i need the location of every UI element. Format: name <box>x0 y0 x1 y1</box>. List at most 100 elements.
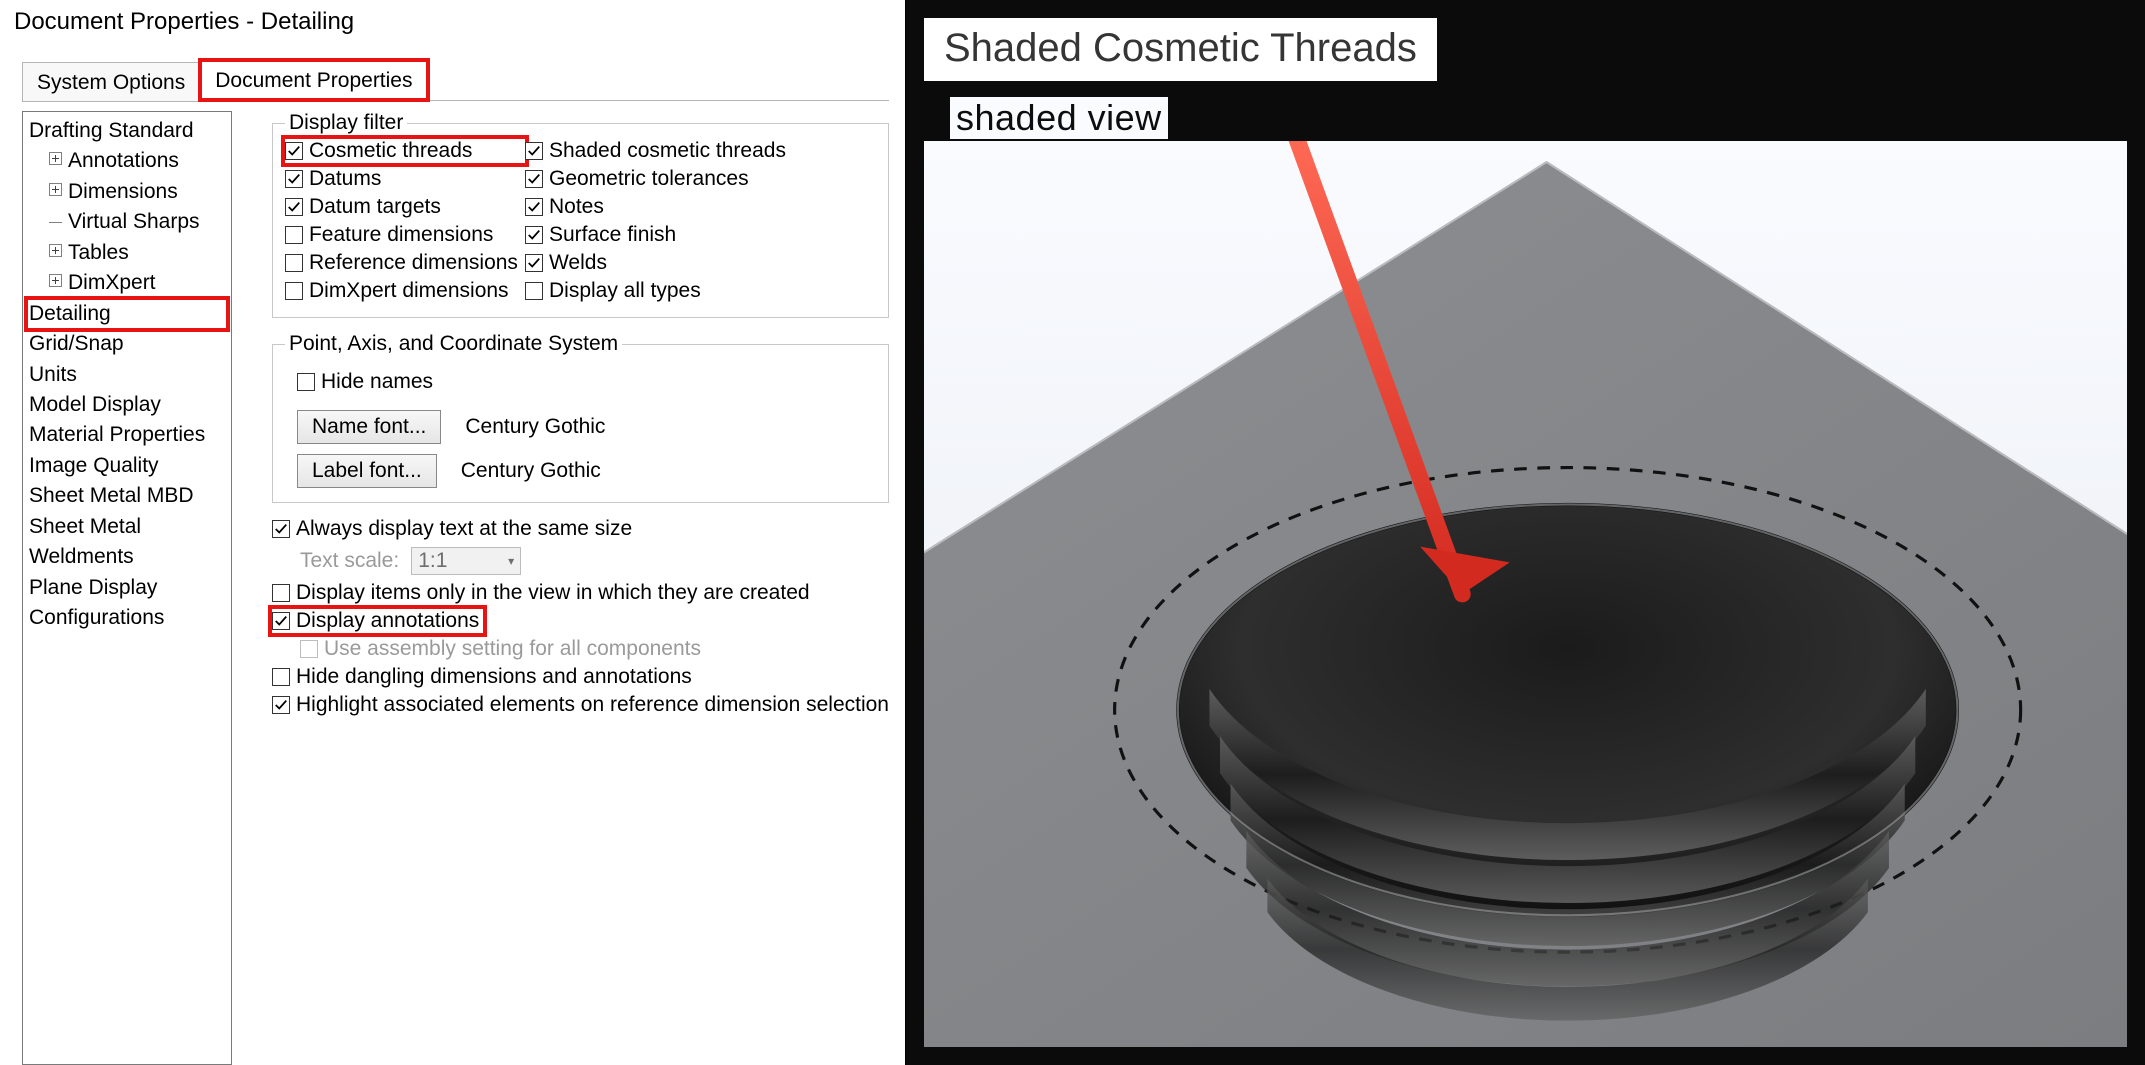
tree-item-material-properties[interactable]: Material Properties <box>27 420 227 450</box>
label-font-button[interactable]: Label font... <box>297 454 437 488</box>
tree-item-label: Drafting Standard <box>29 119 194 142</box>
expand-icon[interactable] <box>49 244 62 257</box>
filter-notes[interactable]: Notes <box>525 195 785 219</box>
checkbox-icon <box>272 612 290 630</box>
checkbox-icon <box>525 170 543 188</box>
name-font-button[interactable]: Name font... <box>297 410 441 444</box>
tree-item-dimensions[interactable]: Dimensions <box>27 177 227 207</box>
tree-item-tables[interactable]: Tables <box>27 238 227 268</box>
checkbox-icon <box>272 520 290 538</box>
filter-shaded-cosmetic-threads[interactable]: Shaded cosmetic threads <box>525 139 785 163</box>
expand-icon[interactable] <box>49 183 62 196</box>
text-scale-label: Text scale: <box>300 549 399 573</box>
tree-item-annotations[interactable]: Annotations <box>27 146 227 176</box>
tree-item-units[interactable]: Units <box>27 360 227 390</box>
chevron-down-icon: ▾ <box>508 554 514 568</box>
checkbox-icon <box>525 282 543 300</box>
checkbox-icon <box>285 142 303 160</box>
filter-cosmetic-threads[interactable]: Cosmetic threads <box>285 139 521 163</box>
tree-item-label: DimXpert <box>68 271 156 294</box>
checkbox-icon <box>300 640 318 658</box>
checkbox-icon <box>525 142 543 160</box>
checkbox-icon <box>272 668 290 686</box>
filter-reference-dimensions[interactable]: Reference dimensions <box>285 251 525 275</box>
filter-geometric-tolerances[interactable]: Geometric tolerances <box>525 167 785 191</box>
highlight-assoc-checkbox[interactable]: Highlight associated elements on referen… <box>272 693 889 717</box>
checkbox-icon <box>285 282 303 300</box>
tab-system-options[interactable]: System Options <box>22 62 200 102</box>
filter-label: Datum targets <box>309 195 441 219</box>
filter-label: Datums <box>309 167 381 191</box>
checkbox-icon <box>525 198 543 216</box>
filter-label: Reference dimensions <box>309 251 518 275</box>
checkbox-icon <box>285 226 303 244</box>
tree-item-label: Dimensions <box>68 180 178 203</box>
filter-label: DimXpert dimensions <box>309 279 509 303</box>
tree-item-image-quality[interactable]: Image Quality <box>27 451 227 481</box>
callout-subline: shaded view <box>950 97 1168 139</box>
hide-names-checkbox[interactable]: Hide names <box>297 370 876 394</box>
text-scale-row: Text scale: 1:1 ▾ <box>300 547 889 575</box>
tree-item-configurations[interactable]: Configurations <box>27 603 227 633</box>
filter-surface-finish[interactable]: Surface finish <box>525 223 785 247</box>
tab-body: Drafting Standard Annotations Dimensions Vi… <box>22 100 889 1065</box>
tree-item-model-display[interactable]: Model Display <box>27 390 227 420</box>
tree-item-label: Virtual Sharps <box>68 210 200 233</box>
hide-dangling-label: Hide dangling dimensions and annotations <box>296 665 692 689</box>
misc-options: Always display text at the same size Tex… <box>272 517 889 717</box>
filter-feature-dimensions[interactable]: Feature dimensions <box>285 223 525 247</box>
use-assembly-label: Use assembly setting for all components <box>324 637 701 661</box>
tab-document-properties[interactable]: Document Properties <box>200 60 427 100</box>
tree-item-drafting-standard[interactable]: Drafting Standard <box>27 116 227 146</box>
tree-item-label: Model Display <box>29 393 161 416</box>
tree-item-weldments[interactable]: Weldments <box>27 542 227 572</box>
tree-item-detailing[interactable]: Detailing <box>27 299 227 329</box>
filter-datums[interactable]: Datums <box>285 167 525 191</box>
expand-icon[interactable] <box>49 274 62 287</box>
text-scale-combo[interactable]: 1:1 ▾ <box>411 547 521 575</box>
filter-welds[interactable]: Welds <box>525 251 785 275</box>
filter-dimxpert-dimensions[interactable]: DimXpert dimensions <box>285 279 525 303</box>
filter-display-all-types[interactable]: Display all types <box>525 279 785 303</box>
filter-label: Welds <box>549 251 607 275</box>
tree-item-virtual-sharps[interactable]: Virtual Sharps <box>27 207 227 237</box>
filter-datum-targets[interactable]: Datum targets <box>285 195 525 219</box>
always-same-size-checkbox[interactable]: Always display text at the same size <box>272 517 889 541</box>
tree-item-label: Material Properties <box>29 423 205 446</box>
display-annotations-checkbox[interactable]: Display annotations <box>272 609 479 633</box>
checkbox-icon <box>272 584 290 602</box>
point-axis-coord-group: Point, Axis, and Coordinate System Hide … <box>272 332 889 503</box>
tree-item-label: Configurations <box>29 606 164 629</box>
tree-item-sheet-metal-mbd[interactable]: Sheet Metal MBD <box>27 481 227 511</box>
use-assembly-checkbox: Use assembly setting for all components <box>300 637 889 661</box>
checkbox-icon <box>285 254 303 272</box>
checkbox-icon <box>285 170 303 188</box>
display-filter-legend: Display filter <box>285 111 407 135</box>
expand-icon[interactable] <box>49 152 62 165</box>
checkbox-icon <box>525 226 543 244</box>
tree-item-label: Detailing <box>29 302 111 325</box>
tree-item-dimxpert[interactable]: DimXpert <box>27 268 227 298</box>
dialog-tabs: System Options Document Properties <box>0 56 905 100</box>
checkbox-icon <box>272 696 290 714</box>
label-font-value: Century Gothic <box>461 459 601 483</box>
tree-item-label: Sheet Metal <box>29 515 141 538</box>
tree-item-label: Sheet Metal MBD <box>29 484 194 507</box>
tree-item-sheet-metal[interactable]: Sheet Metal <box>27 512 227 542</box>
category-tree: Drafting Standard Annotations Dimensions Vi… <box>22 111 232 1065</box>
scene-3d <box>924 141 2127 1047</box>
illustration-panel: Shaded Cosmetic Threads shaded view <box>906 0 2145 1065</box>
filter-label: Display all types <box>549 279 701 303</box>
checkbox-icon <box>525 254 543 272</box>
checkbox-icon <box>297 373 315 391</box>
hide-dangling-checkbox[interactable]: Hide dangling dimensions and annotations <box>272 665 889 689</box>
checkbox-icon <box>285 198 303 216</box>
tree-item-grid-snap[interactable]: Grid/Snap <box>27 329 227 359</box>
window-title: Document Properties - Detailing <box>0 0 905 56</box>
tree-item-label: Annotations <box>68 149 179 172</box>
highlight-assoc-label: Highlight associated elements on referen… <box>296 693 889 717</box>
filter-label: Shaded cosmetic threads <box>549 139 786 163</box>
tree-item-plane-display[interactable]: Plane Display <box>27 573 227 603</box>
filter-label: Notes <box>549 195 604 219</box>
only-in-view-checkbox[interactable]: Display items only in the view in which … <box>272 581 889 605</box>
